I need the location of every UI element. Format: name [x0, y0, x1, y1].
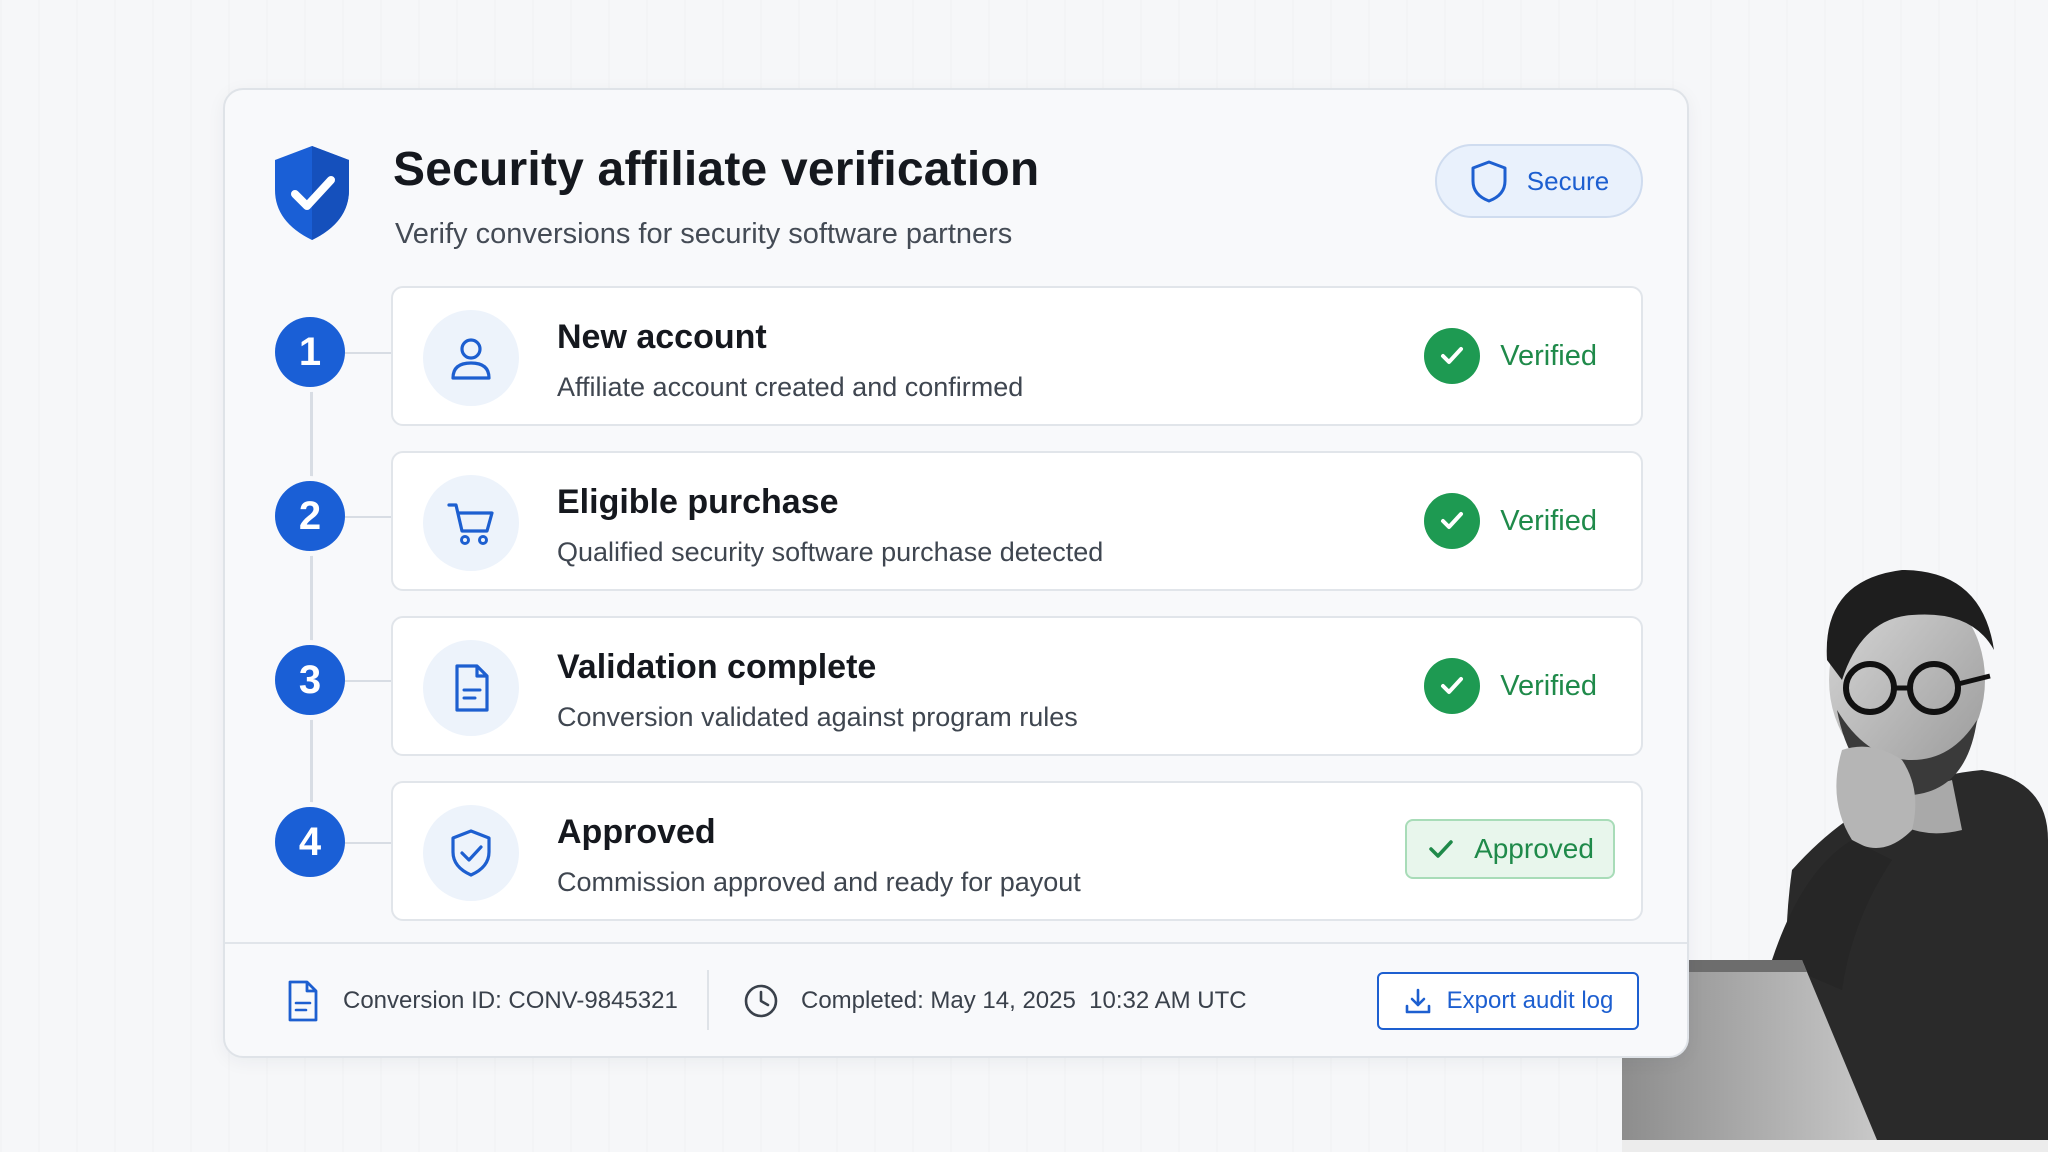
step-connector	[345, 516, 395, 518]
document-icon	[455, 664, 489, 712]
step-title: Eligible purchase	[557, 483, 839, 521]
shield-icon	[1471, 160, 1507, 203]
check-icon	[1441, 677, 1464, 694]
cart-icon	[447, 503, 494, 545]
page-title: Security affiliate verification	[393, 143, 1040, 196]
status-badge: Verified	[1424, 328, 1597, 384]
step-title: New account	[557, 318, 767, 356]
status-label: Verified	[1500, 669, 1597, 702]
step-card-eligible-purchase: Eligible purchase Qualified security sof…	[391, 451, 1643, 591]
status-label: Approved	[1474, 833, 1594, 864]
conversion-id-text: Conversion ID: CONV-9845321	[343, 987, 678, 1014]
shield-check-icon	[275, 146, 349, 240]
check-icon	[1441, 347, 1464, 364]
step-connector	[345, 842, 395, 844]
step-title: Validation complete	[557, 648, 877, 686]
step-description: Conversion validated against program rul…	[557, 702, 1078, 732]
status-badge: Verified	[1424, 493, 1597, 549]
status-label: Verified	[1500, 339, 1597, 372]
completed-timestamp: Completed: May 14, 2025 10:32 AM UTC	[743, 944, 1247, 1058]
shield-check-icon	[451, 829, 491, 877]
step-description: Commission approved and ready for payout	[557, 867, 1081, 897]
secure-badge-button[interactable]: Secure	[1435, 144, 1643, 218]
completed-text: Completed: May 14, 2025 10:32 AM UTC	[801, 987, 1247, 1014]
step-number-1: 1	[275, 317, 345, 387]
user-icon	[451, 338, 491, 380]
check-icon	[1429, 840, 1453, 858]
step-number-4: 4	[275, 807, 345, 877]
conversion-id: Conversion ID: CONV-9845321	[285, 944, 678, 1058]
step-number-3: 3	[275, 645, 345, 715]
step-connector	[345, 680, 395, 682]
step-description: Affiliate account created and confirmed	[557, 372, 1024, 402]
step-card-approved: Approved Commission approved and ready f…	[391, 781, 1643, 921]
page-subtitle: Verify conversions for security software…	[395, 218, 1013, 250]
footer: Conversion ID: CONV-9845321 Completed: M…	[225, 944, 1687, 1058]
step-title: Approved	[557, 813, 716, 851]
download-icon	[1405, 988, 1430, 1014]
step-number-2: 2	[275, 481, 345, 551]
step-connector	[345, 352, 395, 354]
footer-separator	[707, 970, 709, 1030]
verification-card: Security affiliate verification Verify c…	[223, 88, 1689, 1058]
export-audit-log-button[interactable]: Export audit log	[1377, 972, 1639, 1030]
status-label: Verified	[1500, 504, 1597, 537]
export-label: Export audit log	[1446, 987, 1614, 1014]
clock-icon	[744, 984, 778, 1018]
check-icon	[1441, 512, 1464, 529]
document-icon	[288, 980, 318, 1022]
step-card-validation-complete: Validation complete Conversion validated…	[391, 616, 1643, 756]
step-description: Qualified security software purchase det…	[557, 537, 1104, 567]
status-badge: Verified	[1424, 658, 1597, 714]
secure-label: Secure	[1526, 165, 1610, 196]
step-card-new-account: New account Affiliate account created an…	[391, 286, 1643, 426]
timeline-line	[310, 350, 313, 830]
approved-badge: Approved	[1405, 819, 1615, 879]
